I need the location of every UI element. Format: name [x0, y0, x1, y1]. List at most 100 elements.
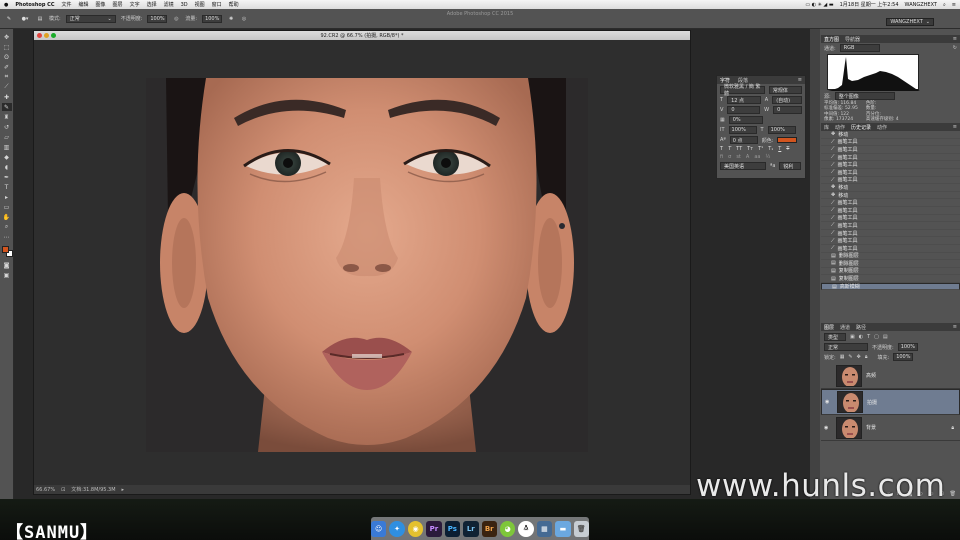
clone-stamp-tool-icon[interactable]: ♜	[2, 113, 12, 121]
filter-adjust-icon[interactable]: ◐	[859, 334, 863, 340]
brush-tool-icon[interactable]: ✎	[4, 16, 14, 22]
status-menu-icon[interactable]: ⊡	[61, 487, 65, 493]
zoom-window-icon[interactable]	[51, 33, 56, 38]
eraser-tool-icon[interactable]: ▱	[2, 133, 12, 141]
filter-pixel-icon[interactable]: ▣	[850, 334, 855, 340]
history-item[interactable]: ▤ 高斯模糊	[821, 282, 960, 291]
lock-pixels-icon[interactable]: ✎	[848, 354, 852, 360]
qq-icon[interactable]: 🐧︎	[518, 520, 534, 537]
tab-history[interactable]: 历史记录	[851, 124, 871, 131]
tab-navigator[interactable]: 导航器	[845, 36, 860, 43]
panel-menu-icon[interactable]: ≡	[953, 36, 957, 42]
font-family-select[interactable]: 微软雅黑 / 簡 繁體	[720, 84, 765, 97]
visibility-eye-icon[interactable]: ◉	[824, 425, 832, 431]
horizontal-scale-input[interactable]: 100%	[767, 126, 796, 134]
opacity-input[interactable]: 100%	[147, 14, 168, 23]
zoom-tool-icon[interactable]: ⌕	[2, 223, 12, 231]
refresh-icon[interactable]: ↻	[953, 45, 957, 51]
tab-paths[interactable]: 路径	[856, 324, 866, 331]
fraction-button[interactable]: ½	[765, 154, 770, 160]
underline-button[interactable]: T	[778, 146, 781, 152]
close-icon[interactable]	[37, 33, 42, 38]
tab-channels[interactable]: 通道	[840, 324, 850, 331]
android-icon[interactable]: ◕	[499, 520, 516, 537]
blur-tool-icon[interactable]: ◆	[2, 153, 12, 161]
antialias-select[interactable]: 锐利	[779, 162, 802, 170]
brush-tool-icon[interactable]: ✎	[1, 103, 12, 111]
shape-tool-icon[interactable]: ▭	[2, 203, 12, 211]
superscript-button[interactable]: T¹	[758, 146, 763, 152]
dodge-tool-icon[interactable]: ◖	[2, 163, 12, 171]
minimize-icon[interactable]	[44, 33, 49, 38]
airbrush-icon[interactable]: ✺	[227, 16, 235, 22]
screen-mode-icon[interactable]: ▣	[2, 271, 12, 279]
filter-smart-icon[interactable]: ▤	[883, 334, 888, 340]
trash-icon[interactable]: 🗑︎	[950, 491, 956, 497]
layer-row[interactable]: ◉ 拍摄	[821, 389, 960, 415]
document-title-bar[interactable]: 92.CR2 @ 66.7% (拍摄, RGB/8*) *	[34, 31, 690, 40]
language-select[interactable]: 美国英语	[720, 162, 766, 170]
faux-italic-button[interactable]: T	[728, 146, 731, 152]
panel-menu-icon[interactable]: ≡	[953, 124, 957, 130]
swash-button[interactable]: σ	[728, 154, 731, 160]
layer-fill-input[interactable]: 100%	[893, 353, 914, 361]
trash-icon[interactable]: 🗑︎	[573, 520, 590, 537]
premiere-icon[interactable]: Pr	[426, 520, 442, 537]
menu-item-edit[interactable]: 编辑	[79, 1, 89, 8]
history-brush-tool-icon[interactable]: ↺	[2, 123, 12, 131]
hand-tool-icon[interactable]: ✋	[2, 213, 12, 221]
faux-bold-button[interactable]: T	[720, 146, 723, 152]
menu-item-select[interactable]: 选择	[147, 1, 157, 8]
color-swatches[interactable]	[1, 245, 13, 259]
portrait-photo[interactable]	[146, 78, 588, 452]
text-color-swatch[interactable]	[777, 137, 798, 143]
stylistic-button[interactable]: st	[736, 154, 741, 160]
tracking-select[interactable]: 0	[773, 106, 802, 114]
vertical-scale-input[interactable]: 100%	[728, 126, 757, 134]
titling-button[interactable]: A	[746, 154, 749, 160]
layer-row[interactable]: 高频	[821, 363, 960, 389]
flow-input[interactable]: 100%	[202, 14, 223, 23]
chevron-right-icon[interactable]: ▸	[122, 487, 125, 493]
tab-actions-2[interactable]: 动作	[877, 124, 887, 131]
brush-preset-picker[interactable]: ●▾	[19, 16, 31, 22]
layer-opacity-input[interactable]: 100%	[897, 343, 918, 351]
history-item[interactable]: ▤ 复制图层	[821, 275, 960, 283]
gradient-tool-icon[interactable]: ▥	[2, 143, 12, 151]
status-icons[interactable]: ▭ ◐ ✳ ◢ ▬	[805, 2, 833, 8]
layer-name[interactable]: 背景	[866, 424, 876, 431]
menu-item-3d[interactable]: 3D	[181, 2, 188, 8]
move-tool-icon[interactable]: ✥	[2, 33, 12, 41]
panel-menu-icon[interactable]: ≡	[798, 77, 802, 83]
bridge-icon[interactable]: Br	[481, 520, 497, 537]
menu-item-type[interactable]: 文字	[130, 1, 140, 8]
pressure-size-icon[interactable]: ◎	[240, 16, 248, 22]
strikethrough-button[interactable]: T	[786, 146, 789, 152]
menu-item-image[interactable]: 图像	[96, 1, 106, 8]
menu-item-view[interactable]: 视图	[195, 1, 205, 8]
finder-icon[interactable]: ☺	[370, 520, 387, 537]
menu-item-help[interactable]: 帮助	[229, 1, 239, 8]
canvas[interactable]	[34, 40, 690, 485]
lightroom-icon[interactable]: Lr	[463, 520, 479, 537]
more-tools-icon[interactable]: ⋯	[2, 233, 12, 241]
folder-icon[interactable]: ▬	[555, 520, 571, 537]
workspace-switcher[interactable]: WANGZHEXT ⌄	[886, 18, 934, 26]
small-caps-button[interactable]: Tт	[747, 146, 753, 152]
source-select[interactable]: 整个图像	[834, 92, 895, 100]
tsume-select[interactable]: 0%	[728, 116, 763, 124]
clock[interactable]: 1月18日 星期一 上午2:54	[840, 1, 899, 8]
quick-mask-icon[interactable]: ◙	[2, 261, 12, 269]
ligature-button[interactable]: fi	[720, 154, 723, 160]
type-tool-icon[interactable]: T	[2, 183, 12, 191]
marquee-tool-icon[interactable]: ⬚	[2, 43, 12, 51]
font-style-select[interactable]: 常规体	[768, 86, 802, 94]
foreground-color-swatch[interactable]	[1, 246, 9, 253]
panel-menu-icon[interactable]: ≡	[953, 324, 957, 330]
menu-item-layer[interactable]: 图层	[113, 1, 123, 8]
path-select-tool-icon[interactable]: ▸	[2, 193, 12, 201]
menu-item-filter[interactable]: 滤镜	[164, 1, 174, 8]
layer-row[interactable]: ◉ 背景 🔒︎	[821, 415, 960, 441]
pressure-opacity-icon[interactable]: ◎	[172, 16, 180, 22]
app-menu[interactable]: Photoshop CC	[15, 2, 54, 8]
